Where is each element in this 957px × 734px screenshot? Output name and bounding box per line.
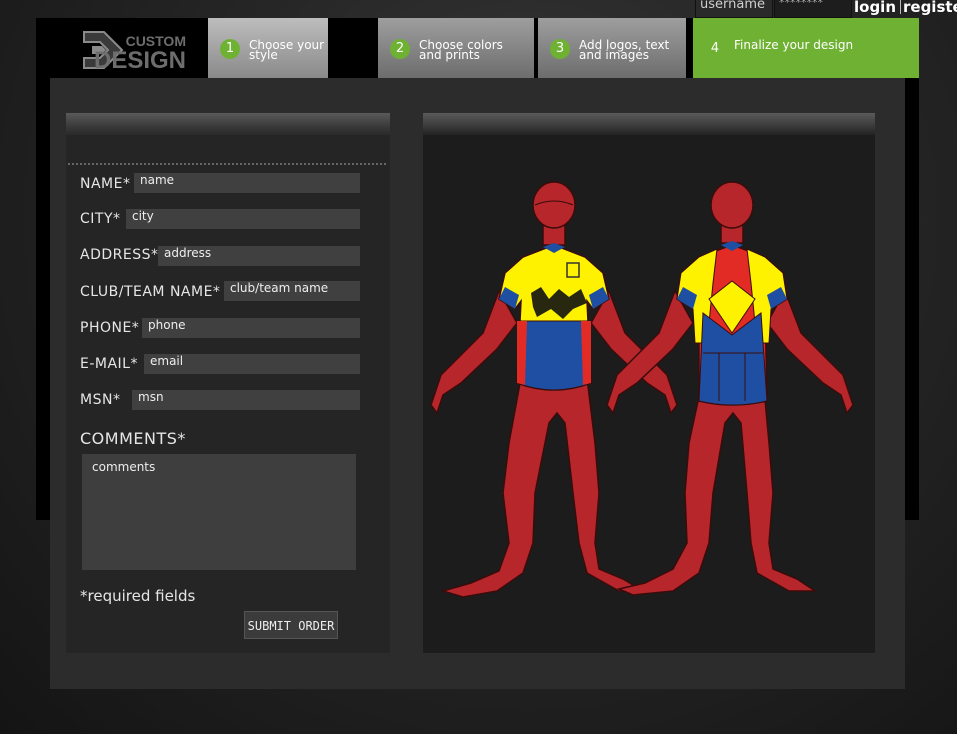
address-label: ADDRESS* [80, 247, 159, 263]
step-choose-colors[interactable]: 2 Choose colors and prints [378, 18, 534, 78]
email-field[interactable]: email [144, 354, 360, 374]
divider [900, 0, 901, 14]
required-fields-note: *required fields [80, 587, 196, 605]
name-label: NAME* [80, 176, 131, 192]
form-header-bar [66, 113, 390, 135]
cyclist-mannequins [430, 181, 854, 598]
club-team-label: CLUB/TEAM NAME* [80, 284, 221, 300]
dotted-divider [68, 163, 386, 165]
msn-field[interactable]: msn [132, 390, 360, 410]
name-field[interactable]: name [134, 173, 360, 193]
step-number: 1 [220, 39, 240, 59]
username-input[interactable]: username [695, 0, 773, 18]
step-label: Add logos, text and images [579, 38, 670, 62]
comments-label: COMMENTS* [80, 429, 186, 448]
city-field[interactable]: city [126, 209, 360, 229]
address-field[interactable]: address [158, 246, 360, 266]
step-add-logos[interactable]: 3 Add logos, text and images [538, 18, 686, 78]
email-label: E-MAIL* [80, 356, 138, 372]
step-number: 4 [710, 41, 720, 56]
comments-textarea[interactable]: comments [82, 454, 356, 570]
front-view-figure [430, 181, 678, 598]
password-input[interactable]: ******** [774, 0, 852, 18]
phone-label: PHONE* [80, 320, 140, 336]
custom-design-logo[interactable]: CUSTOM DESIGN [76, 24, 196, 74]
step-label: Choose your style [249, 38, 325, 62]
back-view-figure [606, 181, 854, 596]
submit-order-button[interactable]: SUBMIT ORDER [244, 611, 338, 639]
svg-text:DESIGN: DESIGN [94, 47, 186, 74]
step-finalize[interactable]: 4 Finalize your design [693, 18, 919, 78]
register-link[interactable]: register [903, 0, 957, 16]
msn-label: MSN* [80, 392, 121, 408]
login-link[interactable]: login [854, 0, 896, 16]
design-preview [423, 113, 875, 653]
step-choose-style[interactable]: 1 Choose your style [208, 18, 328, 78]
city-label: CITY* [80, 211, 121, 227]
step-label: Finalize your design [734, 38, 854, 52]
club-team-field[interactable]: club/team name [224, 281, 360, 301]
step-label: Choose colors and prints [419, 38, 503, 62]
phone-field[interactable]: phone [142, 318, 360, 338]
step-number: 3 [550, 39, 570, 59]
preview-header-bar [423, 113, 875, 135]
step-number: 2 [390, 39, 410, 59]
wizard-header: CUSTOM DESIGN 1 Choose your style 2 Choo… [36, 18, 919, 78]
order-form: NAME* name CITY* city ADDRESS* address C… [66, 113, 390, 653]
